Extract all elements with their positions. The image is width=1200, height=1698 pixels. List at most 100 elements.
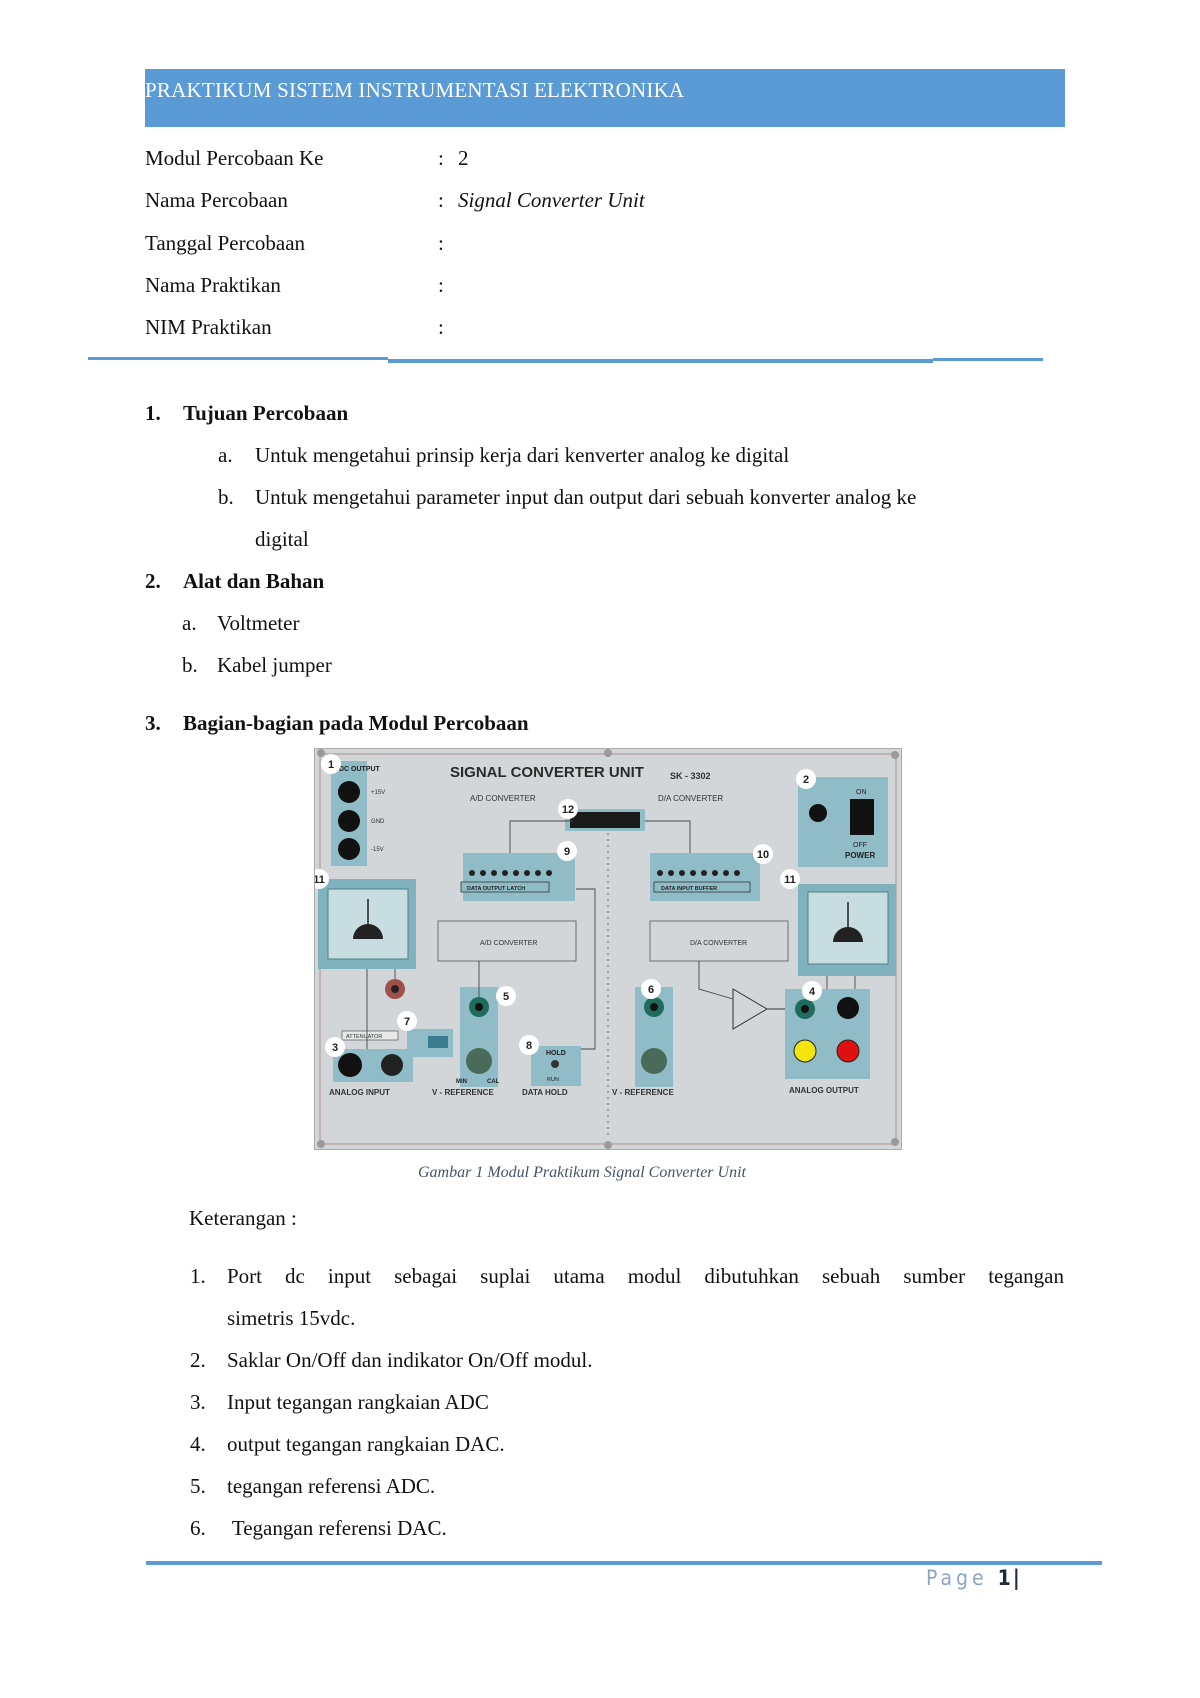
page-number: Page 1| <box>926 1566 1024 1590</box>
vref-adc-knob[interactable] <box>466 1048 492 1074</box>
module-photo: SIGNAL CONVERTER UNIT SK - 3302 A/D CONV… <box>309 748 902 1150</box>
info-label: Modul Percobaan Ke <box>145 146 324 170</box>
power-off-label: OFF <box>853 842 867 849</box>
v-reference-dac-label: V - REFERENCE <box>612 1088 674 1097</box>
info-separator: : <box>438 146 444 170</box>
info-separator: : <box>438 273 444 297</box>
svg-text:12: 12 <box>562 804 574 816</box>
keterangan-text: Port dc input sebagai suplai utama modul… <box>227 1264 1064 1288</box>
data-input-buffer-label: DATA INPUT BUFFER <box>661 886 717 892</box>
callout-1: 1 <box>321 754 341 774</box>
section-number: 2. <box>145 569 161 593</box>
section-title: Bagian-bagian pada Modul Percobaan <box>183 711 529 735</box>
keterangan-number: 3. <box>190 1390 206 1414</box>
analog-output-gnd-jack[interactable] <box>837 997 859 1019</box>
screw-icon <box>604 749 612 757</box>
dc-output-label: DC OUTPUT <box>339 766 381 773</box>
panel-model: SK - 3302 <box>670 771 711 781</box>
dip-switch[interactable] <box>428 1036 448 1048</box>
data-output-latch-block <box>463 853 575 901</box>
callout-5: 5 <box>496 986 516 1006</box>
data-hold-toggle[interactable] <box>551 1060 559 1068</box>
list-item-text: Voltmeter <box>217 611 300 635</box>
callout-7: 7 <box>397 1011 417 1031</box>
screw-icon <box>891 1138 899 1146</box>
dc-pin-label: GND <box>371 819 385 825</box>
red-terminal[interactable] <box>836 1039 860 1063</box>
svg-text:9: 9 <box>564 846 570 858</box>
document-header-title: PRAKTIKUM SISTEM INSTRUMENTASI ELEKTRONI… <box>145 78 685 102</box>
keterangan-number: 4. <box>190 1432 206 1456</box>
keterangan-number: 1. <box>190 1264 206 1288</box>
attenuator-label: ATTENUATOR <box>346 1034 382 1040</box>
svg-text:11: 11 <box>315 874 325 886</box>
screw-icon <box>604 1141 612 1149</box>
keterangan-text: Saklar On/Off dan indikator On/Off modul… <box>227 1348 593 1372</box>
page-word: Page <box>926 1566 988 1590</box>
svg-text:5: 5 <box>503 991 509 1003</box>
data-output-latch-label: DATA OUTPUT LATCH <box>467 886 525 892</box>
svg-text:10: 10 <box>757 849 769 861</box>
dc-jack-plus15[interactable] <box>338 781 360 803</box>
section-title: Tujuan Percobaan <box>183 401 349 425</box>
analog-input-jack-black[interactable] <box>338 1053 362 1077</box>
data-hold-label: DATA HOLD <box>522 1088 568 1097</box>
ad-converter-box-label: A/D CONVERTER <box>480 940 537 947</box>
info-separator: : <box>438 231 444 255</box>
list-item-text: Untuk mengetahui parameter input dan out… <box>255 485 917 509</box>
keterangan-text: tegangan referensi ADC. <box>227 1474 436 1498</box>
header-divider <box>388 359 933 363</box>
document-header-band: PRAKTIKUM SISTEM INSTRUMENTASI ELEKTRONI… <box>145 69 1065 127</box>
dc-pin-label: +15V <box>371 790 385 796</box>
keterangan-text: Tegangan referensi DAC. <box>227 1516 447 1540</box>
info-value: 2 <box>458 146 469 170</box>
info-label: Nama Praktikan <box>145 273 281 297</box>
screw-icon <box>317 1140 325 1148</box>
callout-3: 3 <box>325 1037 345 1057</box>
info-label: Nama Percobaan <box>145 188 288 212</box>
da-converter-box-label: D/A CONVERTER <box>690 940 747 947</box>
analog-output-label: ANALOG OUTPUT <box>789 1086 859 1095</box>
vref-dac-knob[interactable] <box>641 1048 667 1074</box>
dc-jack-gnd[interactable] <box>338 810 360 832</box>
info-separator: : <box>438 315 444 339</box>
info-separator: : <box>438 188 444 212</box>
hold-label: HOLD <box>546 1050 566 1057</box>
callout-4: 4 <box>802 981 822 1001</box>
info-label: NIM Praktikan <box>145 315 272 339</box>
min-label: MIN <box>456 1079 467 1085</box>
svg-text:11: 11 <box>784 874 796 886</box>
svg-text:3: 3 <box>332 1042 338 1054</box>
svg-text:8: 8 <box>526 1040 532 1052</box>
callout-6: 6 <box>641 979 661 999</box>
keterangan-number: 6. <box>190 1516 206 1540</box>
dc-jack-minus15[interactable] <box>338 838 360 860</box>
header-divider <box>933 358 1043 361</box>
svg-text:7: 7 <box>404 1016 410 1028</box>
jack-hole <box>475 1003 483 1011</box>
keterangan-title: Keterangan : <box>189 1206 297 1230</box>
power-switch[interactable] <box>850 799 874 835</box>
yellow-terminal[interactable] <box>793 1039 817 1063</box>
analog-input-jack[interactable] <box>381 1054 403 1076</box>
keterangan-number: 2. <box>190 1348 206 1372</box>
page-number-value: 1 <box>997 1566 1013 1590</box>
keterangan-text: Input tegangan rangkaian ADC <box>227 1390 489 1414</box>
section-title: Alat dan Bahan <box>183 569 325 593</box>
footer-divider <box>146 1561 1102 1565</box>
power-label: POWER <box>845 851 875 860</box>
analog-input-label: ANALOG INPUT <box>329 1088 390 1097</box>
list-item-text: Untuk mengetahui prinsip kerja dari kenv… <box>255 443 790 467</box>
section-number: 3. <box>145 711 161 735</box>
info-label: Tanggal Percobaan <box>145 231 306 255</box>
callout-8: 8 <box>519 1035 539 1055</box>
list-marker: b. <box>218 485 234 509</box>
page-bar: | <box>1012 1566 1024 1590</box>
section-number: 1. <box>145 401 161 425</box>
callout-12: 12 <box>558 799 578 819</box>
list-marker: a. <box>182 611 197 635</box>
figure-caption: Gambar 1 Modul Praktikum Signal Converte… <box>418 1164 746 1181</box>
callout-11-right: 11 <box>780 869 800 889</box>
screw-icon <box>317 749 325 757</box>
ribbon-connector[interactable] <box>570 812 640 828</box>
